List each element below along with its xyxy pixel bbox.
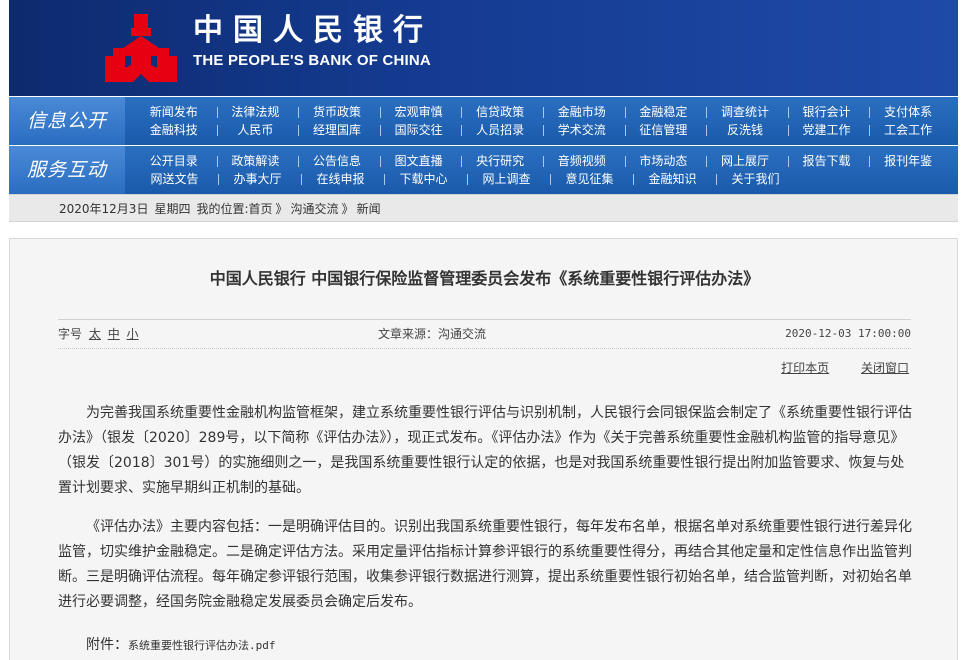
breadcrumb-label: 我的位置:: [196, 202, 249, 216]
nav-link[interactable]: 市场动态: [627, 152, 709, 170]
nav-link[interactable]: 办事大厅: [220, 170, 303, 188]
nav-link[interactable]: 报告下载: [790, 152, 872, 170]
article-paragraph: 为完善我国系统重要性金融机构监管框架，建立系统重要性银行评估与识别机制，人民银行…: [58, 405, 912, 496]
nav-link[interactable]: 音频视频: [545, 152, 627, 170]
nav-link[interactable]: 调查统计: [708, 103, 790, 121]
nav-service-label: 服务互动: [9, 146, 125, 194]
nav-link[interactable]: 货币政策: [300, 103, 382, 121]
attachment-link[interactable]: 系统重要性银行评估办法.pdf: [128, 639, 276, 652]
nav-link[interactable]: 关于我们: [718, 170, 801, 188]
article-panel: 中国人民银行 中国银行保险监督管理委员会发布《系统重要性银行评估办法》 字号 太…: [9, 238, 958, 660]
nav-link[interactable]: 金融市场: [545, 103, 627, 121]
nav-link[interactable]: 经理国库: [300, 121, 382, 139]
article-title: 中国人民银行 中国银行保险监督管理委员会发布《系统重要性银行评估办法》: [209, 269, 760, 288]
attachment-label: 附件：: [86, 637, 128, 653]
breadcrumb-current-link[interactable]: 新闻: [357, 202, 381, 216]
nav-link[interactable]: 金融稳定: [627, 103, 709, 121]
nav-link[interactable]: 意见征集: [552, 170, 635, 188]
site-header: 中国人民银行 THE PEOPLE'S BANK OF CHINA: [9, 0, 958, 96]
breadcrumb-section-link[interactable]: 沟通交流: [291, 202, 339, 216]
nav-link[interactable]: 央行研究: [463, 152, 545, 170]
article-body: 为完善我国系统重要性金融机构监管框架，建立系统重要性银行评估与识别机制，人民银行…: [58, 401, 915, 629]
print-page-link[interactable]: 打印本页: [781, 361, 829, 375]
nav-link[interactable]: 反洗钱: [708, 121, 790, 139]
nav-info-public-label: 信息公开: [9, 97, 125, 145]
breadcrumb: 2020年12月3日 星期四 我的位置:首页》沟通交流》新闻: [59, 195, 387, 223]
current-date: 2020年12月3日: [59, 202, 149, 216]
nav-link[interactable]: 人民币: [219, 121, 301, 139]
nav-service-row-2: 网送文告 办事大厅 在线申报 下载中心 网上调查 意见征集 金融知识 关于我们: [137, 170, 953, 188]
nav-link[interactable]: 人员招录: [463, 121, 545, 139]
nav-link[interactable]: 网上调查: [469, 170, 552, 188]
nav-link[interactable]: 征信管理: [627, 121, 709, 139]
nav-service-row-1: 公开目录 政策解读 公告信息 图文直播 央行研究 音频视频 市场动态 网上展厅 …: [137, 152, 953, 170]
font-size-large-link[interactable]: 太: [89, 327, 101, 341]
nav-link[interactable]: 网送文告: [137, 170, 220, 188]
breadcrumb-separator: 》: [341, 202, 354, 216]
article-source: 文章来源：沟通交流: [378, 327, 487, 341]
breadcrumb-home-link[interactable]: 首页: [249, 202, 273, 216]
nav-link[interactable]: 下载中心: [386, 170, 469, 188]
nav-link[interactable]: 金融科技: [137, 121, 219, 139]
font-size-controls: 字号 太 中 小: [58, 320, 139, 348]
nav-link[interactable]: 支付体系: [871, 103, 953, 121]
current-weekday: 星期四: [154, 202, 191, 216]
article-datetime: 2020-12-03 17:00:00: [785, 327, 911, 340]
nav-link[interactable]: 法律法规: [219, 103, 301, 121]
nav-link[interactable]: 银行会计: [790, 103, 872, 121]
nav-link[interactable]: 党建工作: [790, 121, 872, 139]
site-title-en: THE PEOPLE'S BANK OF CHINA: [193, 52, 431, 69]
nav-service-interaction: 服务互动 公开目录 政策解读 公告信息 图文直播 央行研究 音频视频 市场动态 …: [9, 146, 958, 194]
article-paragraph: 《评估办法》主要内容包括：一是明确评估目的。识别出我国系统重要性银行，每年发布名…: [58, 519, 912, 610]
nav-info-row-2: 金融科技 人民币 经理国库 国际交往 人员招录 学术交流 征信管理 反洗钱 党建…: [137, 121, 953, 139]
font-size-medium-link[interactable]: 中: [108, 327, 120, 341]
article-tools: 打印本页 关闭窗口: [753, 359, 909, 377]
nav-link[interactable]: 工会工作: [871, 121, 953, 139]
nav-link[interactable]: 在线申报: [303, 170, 386, 188]
site-title-cn: 中国人民银行: [193, 13, 433, 48]
nav-link[interactable]: 网上展厅: [708, 152, 790, 170]
breadcrumb-separator: 》: [275, 202, 288, 216]
nav-link[interactable]: 国际交往: [382, 121, 464, 139]
nav-link[interactable]: 图文直播: [382, 152, 464, 170]
nav-link[interactable]: 公开目录: [137, 152, 219, 170]
nav-link[interactable]: 新闻发布: [137, 103, 219, 121]
nav-link[interactable]: 报刊年鉴: [871, 152, 953, 170]
nav-link[interactable]: 学术交流: [545, 121, 627, 139]
font-size-label: 字号: [58, 327, 83, 341]
nav-link[interactable]: 公告信息: [300, 152, 382, 170]
close-window-link[interactable]: 关闭窗口: [861, 361, 909, 375]
nav-link[interactable]: 金融知识: [635, 170, 718, 188]
breadcrumb-bar: 2020年12月3日 星期四 我的位置:首页》沟通交流》新闻: [9, 194, 958, 222]
article-meta: 字号 太 中 小 文章来源：沟通交流 2020-12-03 17:00:00: [58, 319, 911, 349]
nav-info-row-1: 新闻发布 法律法规 货币政策 宏观审慎 信贷政策 金融市场 金融稳定 调查统计 …: [137, 103, 953, 121]
nav-link[interactable]: 信贷政策: [463, 103, 545, 121]
attachment-row: 附件：系统重要性银行评估办法.pdf: [86, 635, 276, 656]
font-size-small-link[interactable]: 小: [127, 327, 139, 341]
nav-info-public: 信息公开 新闻发布 法律法规 货币政策 宏观审慎 信贷政策 金融市场 金融稳定 …: [9, 97, 958, 145]
pboc-logo-icon[interactable]: [101, 12, 181, 86]
nav-link[interactable]: 政策解读: [219, 152, 301, 170]
nav-link[interactable]: 宏观审慎: [382, 103, 464, 121]
